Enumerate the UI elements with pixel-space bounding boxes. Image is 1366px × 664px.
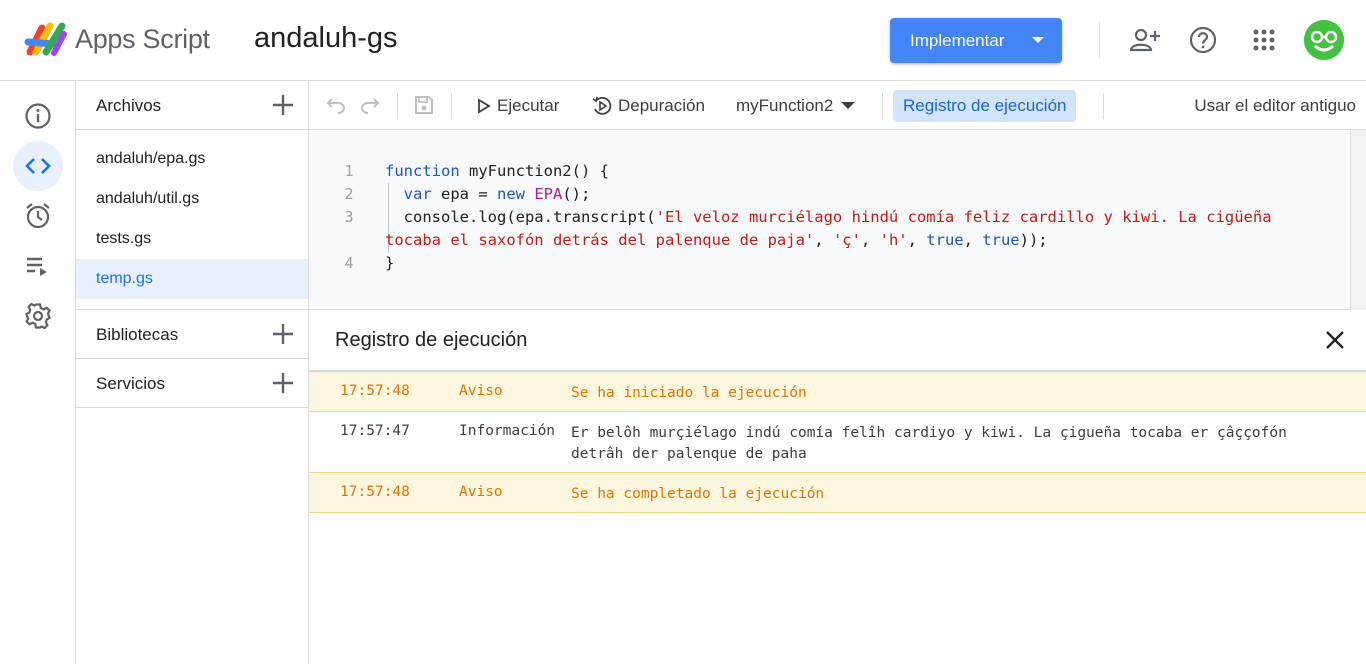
line-number: 1 — [344, 162, 354, 180]
toolbar-divider — [882, 93, 883, 119]
help-icon[interactable] — [1187, 24, 1219, 56]
debug-icon — [592, 96, 612, 115]
deploy-dropdown-icon — [1032, 37, 1044, 43]
apps-grid-icon[interactable] — [1248, 24, 1280, 56]
code-editor[interactable]: 1 2 3 4 function myFunction2() { var epa… — [309, 130, 1366, 310]
log-time: 17:57:47 — [340, 423, 410, 439]
line-number: 4 — [344, 254, 354, 272]
log-message: Er belôh murçiélago indú comía felîh car… — [571, 425, 1287, 462]
file-item[interactable]: andaluh/epa.gs — [76, 139, 308, 179]
log-message: Se ha iniciado la ejecución — [571, 385, 807, 401]
services-section-header: Servicios — [76, 359, 308, 408]
left-nav-rail — [0, 81, 76, 664]
top-bar: Apps Script andaluh-gs Implementar — [0, 0, 1366, 81]
log-row: 17:57:47 Información Er belôh murçiélago… — [309, 412, 1366, 472]
code-line: } — [385, 254, 395, 272]
execution-log-panel: Registro de ejecución 17:57:48 Aviso Se … — [309, 310, 1366, 664]
code-icon[interactable] — [13, 141, 63, 191]
brand-name[interactable]: Apps Script — [75, 24, 210, 55]
add-service-icon[interactable] — [272, 372, 294, 394]
line-number: 2 — [344, 185, 354, 203]
playlist-play-icon[interactable] — [13, 241, 63, 291]
avatar[interactable] — [1304, 20, 1344, 60]
execution-log-button[interactable]: Registro de ejecución — [893, 90, 1077, 122]
chevron-down-icon — [841, 102, 856, 109]
libraries-section-header: Bibliotecas — [76, 310, 308, 359]
log-row: 17:57:48 Aviso Se ha iniciado la ejecuci… — [309, 371, 1366, 412]
log-level: Aviso — [459, 484, 503, 500]
code-line: var epa = new EPA(); — [403, 185, 591, 203]
file-item[interactable]: andaluh/util.gs — [76, 179, 308, 219]
files-panel: Archivos andaluh/epa.gs andaluh/util.gs … — [76, 81, 309, 664]
legacy-editor-link[interactable]: Usar el editor antiguo — [1194, 81, 1356, 130]
close-icon[interactable] — [1324, 329, 1346, 351]
save-icon[interactable] — [413, 94, 435, 116]
debug-button[interactable]: Depuración — [592, 81, 705, 130]
log-level: Aviso — [459, 383, 503, 399]
info-icon[interactable] — [13, 91, 63, 141]
deploy-button[interactable]: Implementar — [890, 18, 1062, 63]
code-line: function myFunction2() { — [385, 162, 609, 180]
file-item[interactable]: tests.gs — [76, 219, 308, 259]
log-time: 17:57:48 — [340, 484, 410, 500]
add-file-icon[interactable] — [272, 94, 294, 116]
libraries-section-title: Bibliotecas — [96, 325, 179, 344]
run-button-label: Ejecutar — [497, 95, 560, 115]
log-level: Información — [459, 423, 556, 439]
code-line: tocaba el saxofón detrás del palenque de… — [385, 231, 1048, 249]
log-row: 17:57:48 Aviso Se ha completado la ejecu… — [309, 472, 1366, 513]
alarm-icon[interactable] — [13, 191, 63, 241]
add-library-icon[interactable] — [272, 323, 294, 345]
person-add-icon[interactable] — [1129, 24, 1161, 56]
deploy-button-label: Implementar — [910, 30, 1005, 50]
line-number: 3 — [344, 208, 354, 226]
redo-icon[interactable] — [359, 94, 381, 116]
toolbar-divider — [451, 93, 452, 119]
gear-icon[interactable] — [13, 291, 63, 341]
function-selector-value: myFunction2 — [736, 95, 834, 115]
function-selector[interactable]: myFunction2 — [736, 81, 856, 130]
debug-button-label: Depuración — [618, 95, 705, 115]
apps-script-logo[interactable] — [24, 20, 68, 56]
toolbar-divider — [397, 93, 398, 119]
undo-icon[interactable] — [325, 94, 347, 116]
log-message: Se ha completado la ejecución — [571, 486, 825, 502]
project-title[interactable]: andaluh-gs — [254, 22, 398, 55]
services-section-title: Servicios — [96, 374, 165, 393]
file-item-active[interactable]: temp.gs — [76, 259, 308, 299]
editor-toolbar: Ejecutar Depuración myFunction2 Registro… — [309, 81, 1366, 130]
run-button[interactable]: Ejecutar — [477, 81, 559, 130]
log-time: 17:57:48 — [340, 383, 410, 399]
play-icon — [478, 97, 491, 114]
code-line: console.log(epa.transcript('El veloz mur… — [385, 208, 1272, 226]
editor-scrollbar[interactable] — [1350, 130, 1366, 310]
toolbar-divider — [1103, 93, 1104, 119]
files-section-title: Archivos — [96, 96, 162, 115]
log-panel-title: Registro de ejecución — [335, 329, 528, 351]
files-section-header: Archivos — [76, 81, 308, 130]
header-divider — [1099, 22, 1100, 58]
